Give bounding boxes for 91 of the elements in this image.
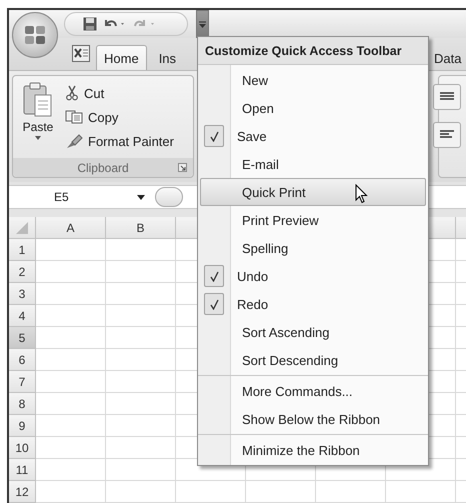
menu-item[interactable]: More Commands... (200, 377, 426, 405)
menu-item[interactable]: Show Below the Ribbon (200, 405, 426, 433)
menu-item[interactable]: New (200, 66, 426, 94)
command-button[interactable]: Cut (63, 82, 176, 104)
align-left-icon (440, 130, 454, 140)
dialog-launcher-icon[interactable] (178, 163, 187, 172)
column-header[interactable]: A (36, 217, 106, 239)
clipboard-icon (23, 82, 53, 118)
grid-cell[interactable] (36, 415, 106, 437)
ribbon-tab[interactable]: Data (426, 45, 466, 70)
grid-cell[interactable] (106, 327, 176, 349)
grid-cell[interactable] (36, 305, 106, 327)
checkbox[interactable] (204, 125, 224, 147)
grid-cell[interactable] (106, 349, 176, 371)
checkmark-icon (210, 270, 218, 282)
grid-cell[interactable] (106, 393, 176, 415)
grid-cell[interactable] (106, 371, 176, 393)
ribbon-tab[interactable]: Ins (150, 45, 184, 70)
grid-cell[interactable] (106, 261, 176, 283)
row-header[interactable]: 3 (9, 283, 36, 305)
checkbox[interactable] (204, 265, 224, 287)
grid-cell[interactable] (106, 459, 176, 481)
grid-cell[interactable] (106, 415, 176, 437)
copy-icon (65, 110, 83, 124)
grid-cell[interactable] (106, 437, 176, 459)
grid-cell[interactable] (36, 437, 106, 459)
menu-item[interactable]: Undo (200, 262, 426, 290)
checkbox[interactable] (204, 293, 224, 315)
row-header[interactable]: 2 (9, 261, 36, 283)
grid-cell[interactable] (246, 481, 316, 503)
grid-cell[interactable] (316, 481, 386, 503)
menu-item[interactable]: Redo (200, 290, 426, 318)
menu-item[interactable]: E-mail (200, 150, 426, 178)
align-icon (440, 92, 454, 102)
menu-item[interactable]: Spelling (200, 234, 426, 262)
grid-cell[interactable] (106, 283, 176, 305)
row-header[interactable]: 11 (9, 459, 36, 481)
row-header[interactable]: 5 (9, 327, 36, 349)
group-label: Clipboard (77, 160, 129, 174)
grid-cell[interactable] (36, 459, 106, 481)
ribbon-tab[interactable]: Home (96, 45, 147, 70)
grid-cell[interactable] (36, 327, 106, 349)
spreadsheet-icon (72, 45, 90, 62)
grid-cell[interactable] (36, 481, 106, 503)
row-header[interactable]: 4 (9, 305, 36, 327)
grid-cell[interactable] (36, 283, 106, 305)
menu-item[interactable]: Save (200, 122, 426, 150)
caret-icon (35, 136, 41, 140)
menu-item[interactable]: Quick Print (200, 178, 426, 206)
row-header[interactable]: 6 (9, 349, 36, 371)
command-button[interactable]: Copy (63, 106, 176, 128)
command-button[interactable]: Format Painter (63, 130, 176, 152)
select-all-button[interactable] (9, 217, 36, 239)
menu-title: Customize Quick Access Toolbar (198, 37, 428, 65)
caret-icon (199, 20, 206, 28)
row-header[interactable]: 1 (9, 239, 36, 261)
scissors-icon (65, 85, 79, 101)
checkmark-icon (210, 298, 218, 310)
menu-item[interactable]: Sort Ascending (200, 318, 426, 346)
formula-button[interactable] (155, 187, 183, 207)
align-button[interactable] (433, 84, 461, 110)
customize-toolbar-button[interactable] (196, 10, 209, 38)
row-header[interactable]: 8 (9, 393, 36, 415)
menu-item[interactable]: Print Preview (200, 206, 426, 234)
grid-cell[interactable] (106, 481, 176, 503)
row-header[interactable]: 10 (9, 437, 36, 459)
row-header[interactable]: 12 (9, 481, 36, 503)
grid-cell[interactable] (386, 481, 456, 503)
menu-item[interactable]: Minimize the Ribbon (200, 436, 426, 464)
menu-item[interactable]: Sort Descending (200, 346, 426, 374)
grid-cell[interactable] (106, 239, 176, 261)
grid-cell[interactable] (36, 349, 106, 371)
cursor-icon (355, 184, 368, 204)
save-button[interactable] (83, 17, 97, 31)
grid-cell[interactable] (36, 371, 106, 393)
triangle-icon (16, 222, 28, 234)
grid-cell[interactable] (36, 261, 106, 283)
paste-button[interactable]: Paste (19, 80, 57, 158)
menu-item[interactable]: Open (200, 94, 426, 122)
caret-icon (137, 195, 145, 200)
column-header[interactable]: B (106, 217, 176, 239)
grid-cell[interactable] (36, 393, 106, 415)
grid-cell[interactable] (106, 305, 176, 327)
grid-cell[interactable] (176, 481, 246, 503)
row-header[interactable]: 7 (9, 371, 36, 393)
grid-cell[interactable] (36, 239, 106, 261)
office-logo-icon (23, 23, 47, 47)
row-header[interactable]: 9 (9, 415, 36, 437)
brush-icon (65, 133, 83, 149)
align-button[interactable] (433, 122, 461, 148)
checkmark-icon (210, 130, 218, 142)
